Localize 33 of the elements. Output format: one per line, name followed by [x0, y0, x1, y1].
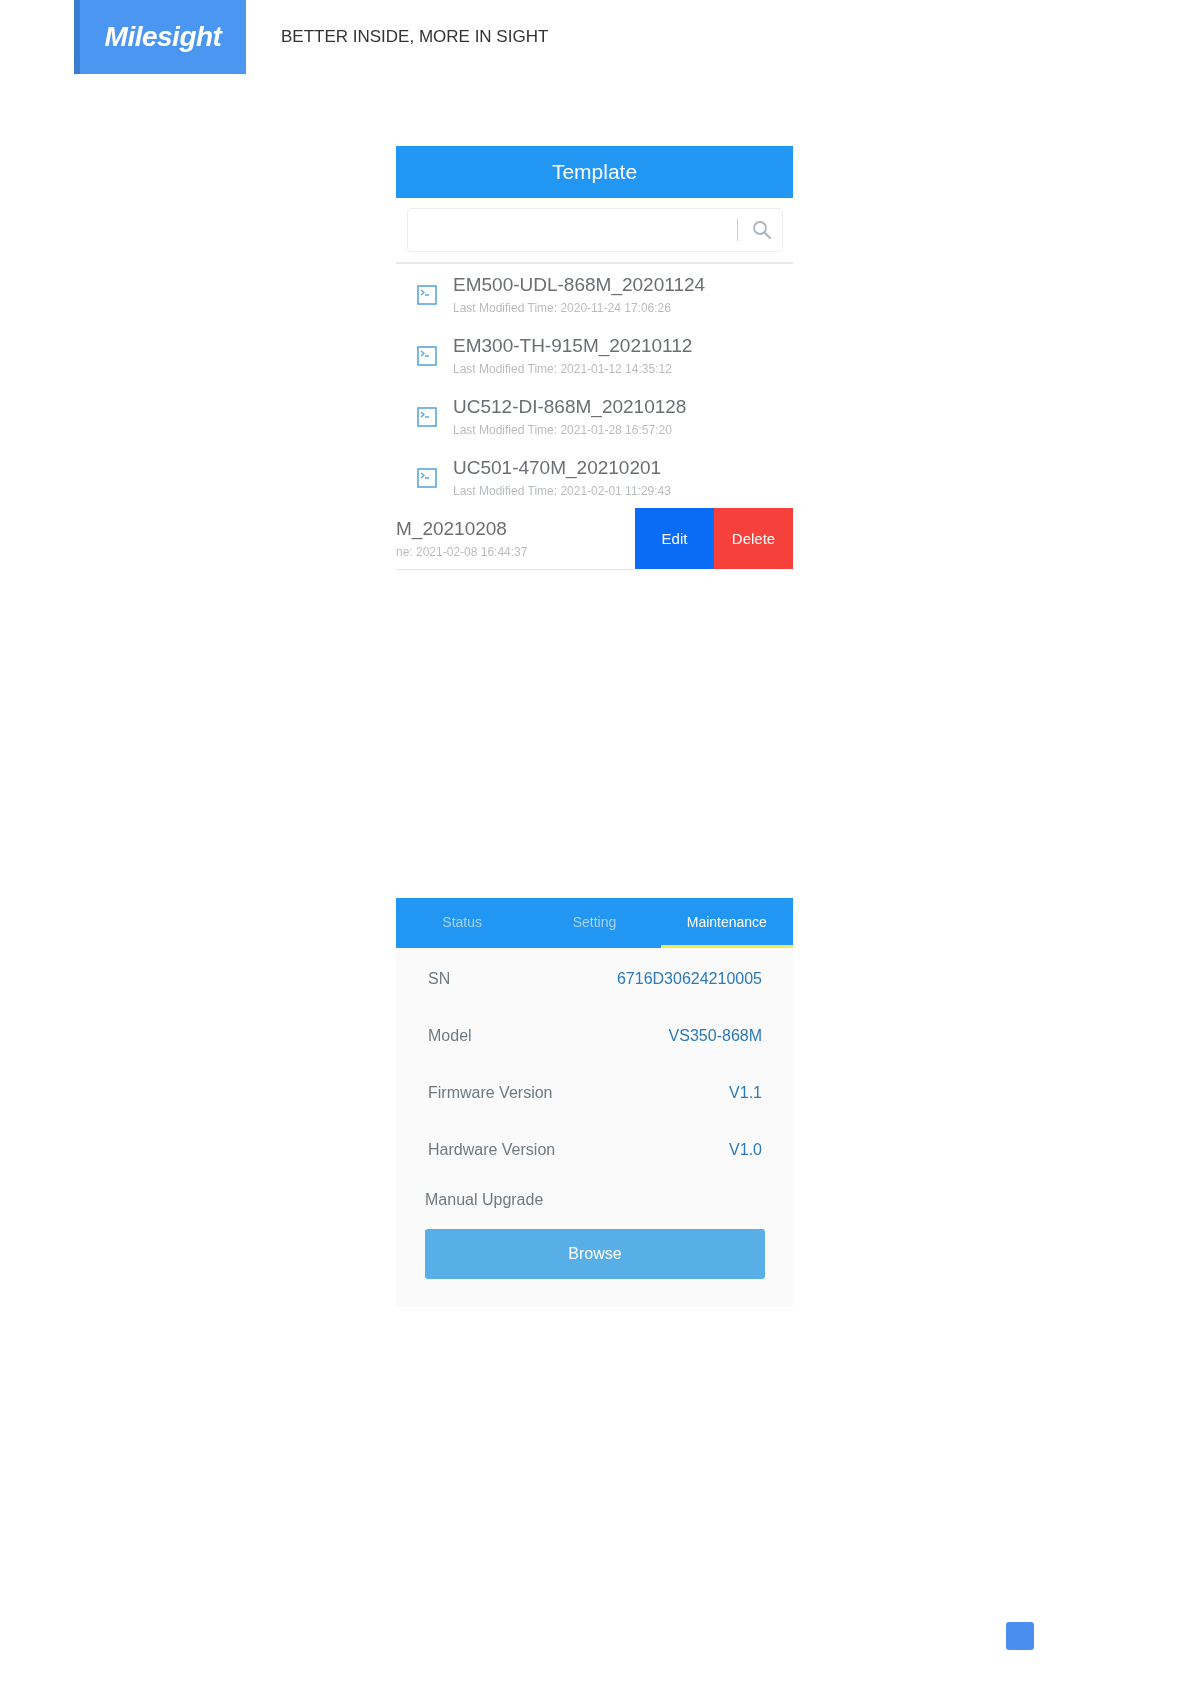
section-label: Manual Upgrade: [425, 1190, 545, 1210]
delete-button[interactable]: Delete: [714, 508, 793, 569]
tagline: BETTER INSIDE, MORE IN SIGHT: [281, 27, 549, 47]
template-name[interactable]: UC501-470M_20210201: [453, 456, 793, 479]
terminal-icon: [417, 345, 437, 366]
list-item[interactable]: M_20210208 ne: 2021-02-08 16:44:37 Edit Delete: [396, 508, 793, 569]
logo: Milesight: [104, 21, 222, 53]
template-name[interactable]: EM500-UDL-868M_20201124: [453, 273, 793, 296]
terminal-icon: [417, 406, 437, 427]
template-name[interactable]: UC512-DI-868M_20210128: [453, 395, 793, 418]
title-bar: Template: [396, 146, 793, 198]
field-value: V1.1: [729, 1083, 762, 1102]
field-value: VS350-868M: [668, 1026, 762, 1045]
field-label: Model: [428, 1026, 472, 1045]
template-name[interactable]: EM300-TH-915M_20210112: [453, 334, 793, 357]
terminal-icon: [417, 467, 437, 488]
modified-time: ne: 2021-02-08 16:44:37: [396, 544, 529, 559]
page-marker: [1006, 1622, 1034, 1650]
modified-time: Last Modified Time: 2021-02-01 11:29:43: [453, 483, 672, 498]
modified-time: Last Modified Time: 2021-01-12 14:35:12: [453, 361, 673, 376]
search-icon[interactable]: [752, 220, 772, 240]
template-name[interactable]: M_20210208: [396, 517, 635, 540]
search-field[interactable]: [407, 208, 783, 252]
field-label: Hardware Version: [428, 1140, 556, 1159]
modified-time: Last Modified Time: 2020-11-24 17:06:26: [453, 300, 672, 315]
field-label: SN: [428, 969, 451, 988]
field-value: 6716D30624210005: [616, 969, 762, 988]
tab[interactable]: Maintenance: [660, 898, 793, 948]
field-label: Firmware Version: [428, 1083, 553, 1102]
modified-time: Last Modified Time: 2021-01-28 16:57:20: [453, 422, 673, 437]
field-value: V1.0: [729, 1140, 762, 1159]
edit-button[interactable]: Edit: [635, 508, 714, 569]
terminal-icon: [417, 284, 437, 305]
